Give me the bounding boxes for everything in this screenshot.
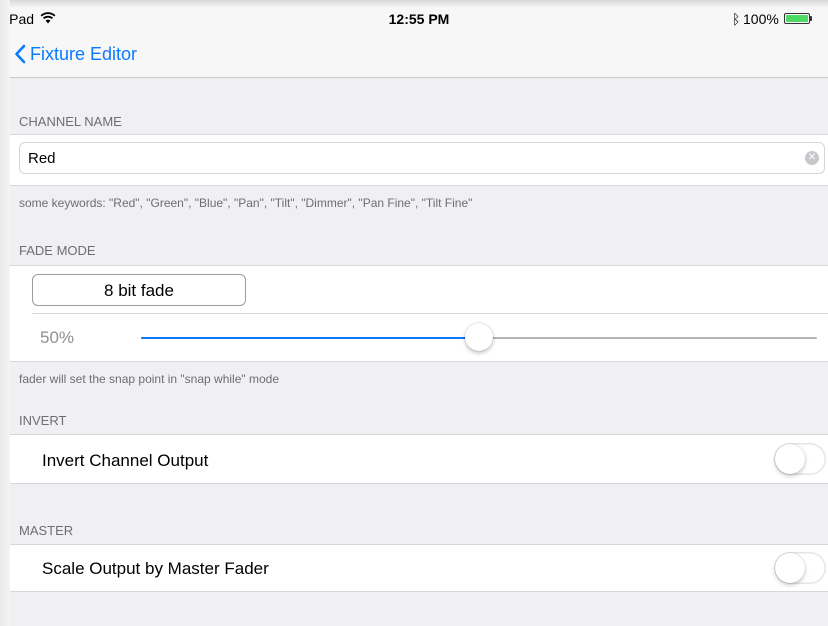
channel-name-header: CHANNEL NAME <box>19 114 122 129</box>
window-left-edge <box>0 0 10 626</box>
row-separator <box>32 313 828 314</box>
master-label: Scale Output by Master Fader <box>42 559 269 578</box>
channel-name-footer: some keywords: "Red", "Green", "Blue", "… <box>19 196 473 210</box>
snap-slider[interactable] <box>141 323 817 351</box>
slider-thumb[interactable] <box>465 323 493 351</box>
battery-percent: 100% <box>743 11 779 27</box>
invert-header: INVERT <box>19 413 67 428</box>
slider-fill <box>141 337 479 339</box>
back-button-label: Fixture Editor <box>30 43 138 64</box>
battery-icon <box>784 13 810 24</box>
status-time: 12:55 PM <box>388 11 450 27</box>
ipad-screen: iPad 12:55 PM ᛒ 100% Fixture Editor CHAN… <box>10 8 828 626</box>
invert-toggle[interactable] <box>774 443 826 475</box>
invert-label: Invert Channel Output <box>42 451 209 470</box>
bluetooth-icon: ᛒ <box>732 11 741 27</box>
slider-value-label: 50% <box>40 328 75 347</box>
fade-mode-button[interactable]: 8 bit fade <box>32 274 246 306</box>
battery-tip <box>810 16 812 21</box>
clear-icon[interactable]: ✕ <box>805 151 819 165</box>
back-button[interactable]: Fixture Editor <box>14 40 137 68</box>
channel-name-input[interactable] <box>28 143 788 173</box>
master-toggle[interactable] <box>774 552 826 584</box>
fade-mode-header: FADE MODE <box>19 243 96 258</box>
channel-name-field: ✕ <box>19 142 825 174</box>
chevron-left-icon <box>15 44 26 64</box>
toggle-knob <box>775 553 805 583</box>
master-header: MASTER <box>19 523 74 538</box>
toggle-knob <box>775 444 805 474</box>
window-top-edge <box>0 0 828 8</box>
status-bar: iPad 12:55 PM ᛒ 100% <box>10 8 828 30</box>
fade-mode-footer: fader will set the snap point in "snap w… <box>19 372 279 386</box>
navigation-bar: Fixture Editor <box>10 30 828 78</box>
